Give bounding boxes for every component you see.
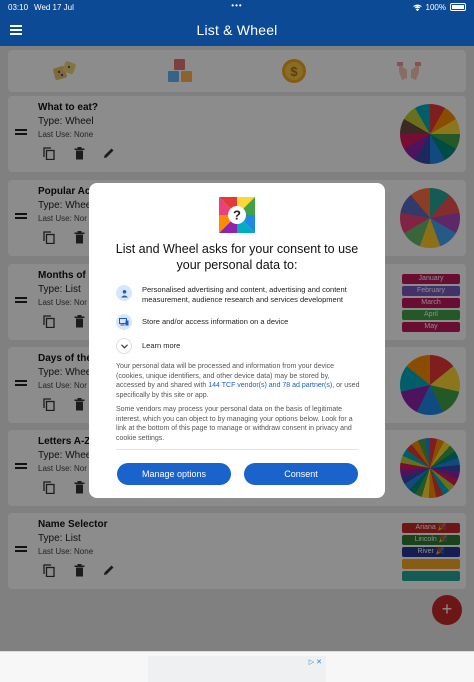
battery-percent: 100%	[425, 2, 446, 12]
purpose-text: Personalised advertising and content, ad…	[142, 285, 347, 304]
consent-paragraph: Your personal data will be processed and…	[116, 362, 360, 400]
purpose-personalised-ads: Personalised advertising and content, ad…	[116, 285, 372, 305]
ad-choices-icon[interactable]: ▷ ✕	[309, 658, 322, 666]
purpose-store-access: Store and/or access information on a dev…	[116, 314, 372, 330]
divider	[116, 449, 358, 450]
status-dots: •••	[231, 1, 243, 10]
ad-banner[interactable]: ▷ ✕	[148, 656, 326, 682]
consent-dialog: ? List and Wheel asks for your consent t…	[89, 183, 385, 498]
menu-icon[interactable]	[10, 25, 22, 35]
status-date: Wed 17 Jul	[34, 2, 74, 12]
battery-icon	[450, 3, 466, 11]
app-bar: List & Wheel	[0, 14, 474, 46]
learn-more-link[interactable]: Learn more	[142, 341, 372, 351]
purpose-text: Store and/or access information on a dev…	[142, 317, 289, 326]
status-time: 03:10	[8, 2, 29, 12]
consent-button[interactable]: Consent	[244, 463, 358, 485]
chevron-down-icon[interactable]	[116, 338, 132, 354]
device-icon	[116, 314, 132, 330]
manage-options-button[interactable]: Manage options	[117, 463, 231, 485]
svg-text:?: ?	[233, 208, 241, 223]
status-bar: 03:10 Wed 17 Jul ••• 100%	[0, 0, 474, 14]
app-logo-icon: ?	[219, 197, 255, 233]
vendors-link[interactable]: 144 TCF vendor(s) and 78 ad partner(s)	[208, 382, 332, 389]
consent-title: List and Wheel asks for your consent to …	[115, 242, 359, 272]
person-icon	[116, 285, 132, 301]
learn-more-row[interactable]: Learn more	[116, 338, 372, 354]
legitimate-interest-paragraph: Some vendors may process your personal d…	[116, 406, 353, 442]
wifi-icon	[412, 4, 422, 11]
app-title: List & Wheel	[196, 22, 278, 38]
ad-bar: ▷ ✕	[0, 651, 474, 682]
